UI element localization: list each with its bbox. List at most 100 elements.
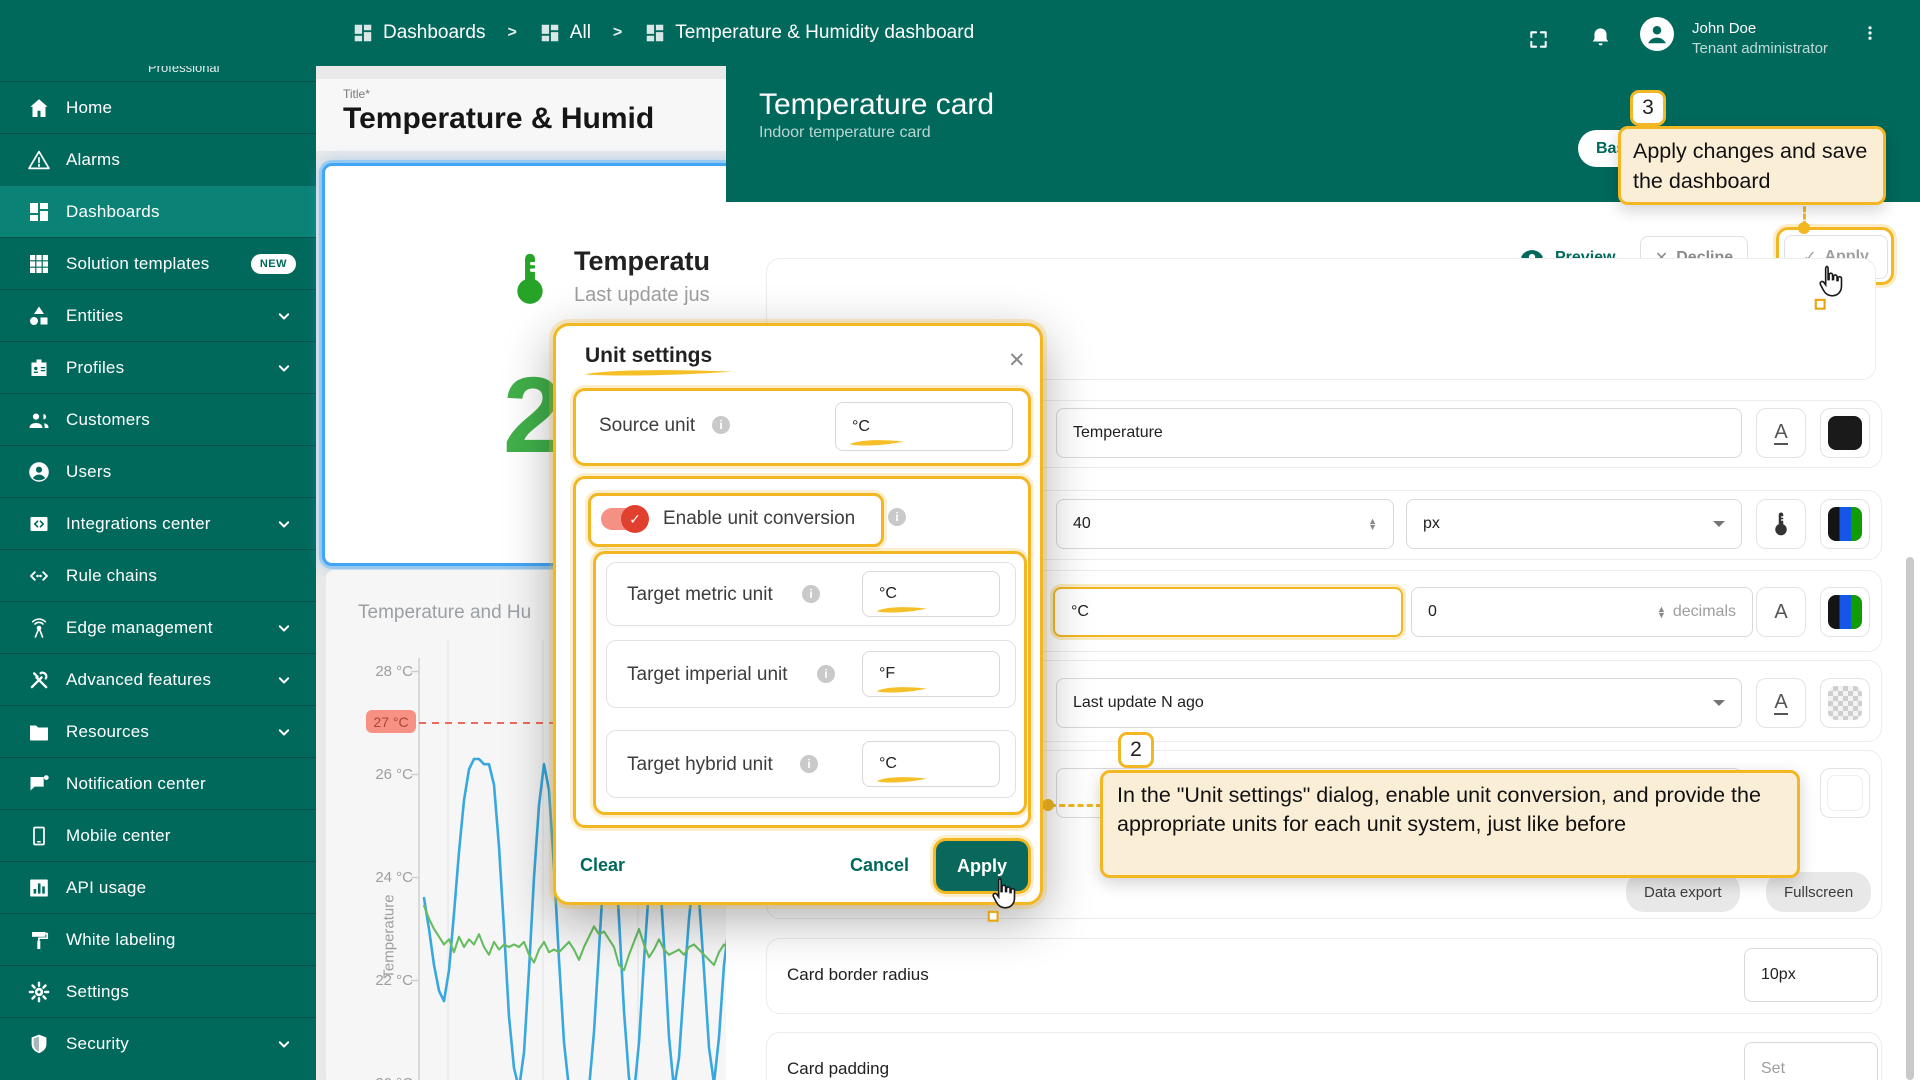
info-icon[interactable]: i: [817, 665, 835, 683]
notifications-bell-icon[interactable]: [1588, 25, 1614, 51]
label-value-input[interactable]: Temperature: [1056, 408, 1742, 458]
decimals-input[interactable]: 0 ▲▼ decimals: [1411, 587, 1753, 637]
sidebar-item-advanced-features[interactable]: Advanced features: [0, 653, 316, 705]
decimals-font-button[interactable]: A: [1756, 587, 1806, 637]
callout3-text: Apply changes and save the dashboard: [1621, 129, 1883, 203]
last-update-value: Last update N ago: [1073, 694, 1204, 712]
sidebar-item-label: Notification center: [66, 774, 206, 794]
panel-title: Temperature card: [759, 88, 994, 122]
user-name: John Doe: [1692, 20, 1756, 37]
sidebar-item-notification-center[interactable]: Notification center: [0, 757, 316, 809]
font-size-input[interactable]: 40 ▲▼: [1056, 499, 1394, 549]
sidebar-item-entities[interactable]: Entities: [0, 289, 316, 341]
sidebar-item-white-labeling[interactable]: White labeling: [0, 913, 316, 965]
widget-last-update: Last update jus: [574, 284, 710, 307]
info-icon[interactable]: i: [800, 755, 818, 773]
sidebar-item-settings[interactable]: Settings: [0, 965, 316, 1017]
sidebar-item-mobile-center[interactable]: Mobile center: [0, 809, 316, 861]
source-unit-section: Source unit i °C: [573, 388, 1031, 466]
sidebar-item-label: Customers: [66, 410, 150, 430]
sidebar-item-security[interactable]: Security: [0, 1017, 316, 1069]
data-export-chip[interactable]: Data export: [1626, 872, 1740, 912]
customers-icon: [26, 407, 52, 433]
units-input-highlighted[interactable]: °C: [1053, 587, 1403, 637]
integrations-center-icon: [26, 511, 52, 537]
card-padding-placeholder: Set: [1761, 1060, 1785, 1078]
sidebar-item-home[interactable]: Home: [0, 81, 316, 133]
value-font-button[interactable]: [1756, 499, 1806, 549]
data-export-label: Data export: [1644, 884, 1722, 901]
label-font-style-button[interactable]: A: [1756, 408, 1806, 458]
target-imperial-label: Target imperial unit: [627, 664, 788, 686]
unit-conversion-toggle[interactable]: ✓: [601, 508, 645, 530]
sidebar-item-dashboards[interactable]: Dashboards: [0, 185, 316, 237]
thermometer-icon: [497, 246, 531, 316]
sidebar-item-edge-management[interactable]: Edge management: [0, 601, 316, 653]
solution-templates-icon: [26, 251, 52, 277]
breadcrumb: Dashboards>All>Temperature & Humidity da…: [352, 0, 974, 66]
y-tick-label: 22 °C: [344, 972, 413, 989]
breadcrumb-temperature-humidity-dashboard[interactable]: Temperature & Humidity dashboard: [644, 22, 974, 44]
fullscreen-chip[interactable]: Fullscreen: [1766, 872, 1871, 912]
scrollbar[interactable]: [1906, 557, 1914, 1080]
last-update-font-button[interactable]: A: [1756, 678, 1806, 728]
sidebar-item-label: Solution templates: [66, 254, 209, 274]
sidebar-item-integrations-center[interactable]: Integrations center: [0, 497, 316, 549]
breadcrumb-all[interactable]: All: [539, 22, 591, 44]
dialog-cancel-button[interactable]: Cancel: [850, 855, 909, 876]
unit-settings-dialog: Unit settings ✕ Source unit i °C ✓ Enabl…: [553, 323, 1043, 905]
chart-y-axis-title: Temperature: [381, 882, 398, 992]
dashboard-title-value: Temperature & Humid: [343, 102, 654, 136]
dashboard-title-field[interactable]: Title* Temperature & Humid: [316, 79, 726, 151]
info-icon[interactable]: i: [712, 416, 730, 434]
white-labeling-icon: [26, 927, 52, 953]
sidebar-menu: HomeAlarmsDashboardsSolution templatesNE…: [0, 81, 316, 1069]
sidebar-item-label: Mobile center: [66, 826, 171, 846]
fullscreen-icon[interactable]: [1527, 28, 1551, 52]
y-tick-label: 26 °C: [344, 766, 413, 783]
info-icon[interactable]: i: [888, 508, 906, 526]
sidebar-item-solution-templates[interactable]: Solution templatesNEW: [0, 237, 316, 289]
stepper-arrows-icon[interactable]: ▲▼: [1368, 518, 1377, 531]
info-icon[interactable]: i: [802, 585, 820, 603]
last-update-select[interactable]: Last update N ago: [1056, 678, 1742, 728]
sidebar-item-rule-chains[interactable]: Rule chains: [0, 549, 316, 601]
sidebar: ThingsBoard Professional HomeAlarmsDashb…: [0, 0, 316, 1080]
color-swatch-transparent: [1828, 686, 1862, 720]
sidebar-item-alarms[interactable]: Alarms: [0, 133, 316, 185]
alarms-icon: [26, 147, 52, 173]
source-unit-label: Source unit: [599, 415, 695, 437]
chevron-down-icon: [1713, 521, 1725, 527]
card-border-radius-input[interactable]: 10px: [1744, 948, 1878, 1002]
font-size-unit-select[interactable]: px: [1406, 499, 1742, 549]
callout3-number: 3: [1630, 90, 1666, 126]
sidebar-item-users[interactable]: Users: [0, 445, 316, 497]
dialog-close-icon[interactable]: ✕: [1008, 348, 1026, 373]
target-imperial-row: Target imperial unit i °F: [606, 640, 1016, 708]
last-update-color-button[interactable]: [1820, 678, 1870, 728]
dialog-clear-button[interactable]: Clear: [580, 855, 625, 876]
callout-step3: Apply changes and save the dashboard: [1618, 126, 1886, 205]
font-style-icon: A: [1774, 692, 1787, 715]
sidebar-item-resources[interactable]: Resources: [0, 705, 316, 757]
label-color-button[interactable]: [1820, 408, 1870, 458]
stepper-arrows-icon[interactable]: ▲▼: [1657, 606, 1666, 619]
toggle-knob-check-icon: ✓: [621, 505, 649, 533]
sidebar-item-profiles[interactable]: Profiles: [0, 341, 316, 393]
card-padding-input[interactable]: Set: [1744, 1042, 1878, 1080]
user-role: Tenant administrator: [1692, 40, 1828, 57]
sidebar-item-customers[interactable]: Customers: [0, 393, 316, 445]
background-color-button[interactable]: [1820, 768, 1870, 818]
target-metric-value: °C: [879, 585, 897, 603]
avatar[interactable]: [1640, 17, 1674, 51]
font-size-value: 40: [1073, 515, 1091, 533]
sidebar-item-label: Advanced features: [66, 670, 211, 690]
more-menu-icon[interactable]: [1858, 21, 1882, 45]
value-color-button[interactable]: [1820, 499, 1870, 549]
threshold-badge: 27 °C: [366, 710, 416, 733]
card-border-radius-label: Card border radius: [787, 965, 929, 985]
breadcrumb-dashboards[interactable]: Dashboards: [352, 22, 485, 44]
mouse-cursor-hand: [985, 876, 1021, 922]
decimals-color-button[interactable]: [1820, 587, 1870, 637]
sidebar-item-api-usage[interactable]: API usage: [0, 861, 316, 913]
